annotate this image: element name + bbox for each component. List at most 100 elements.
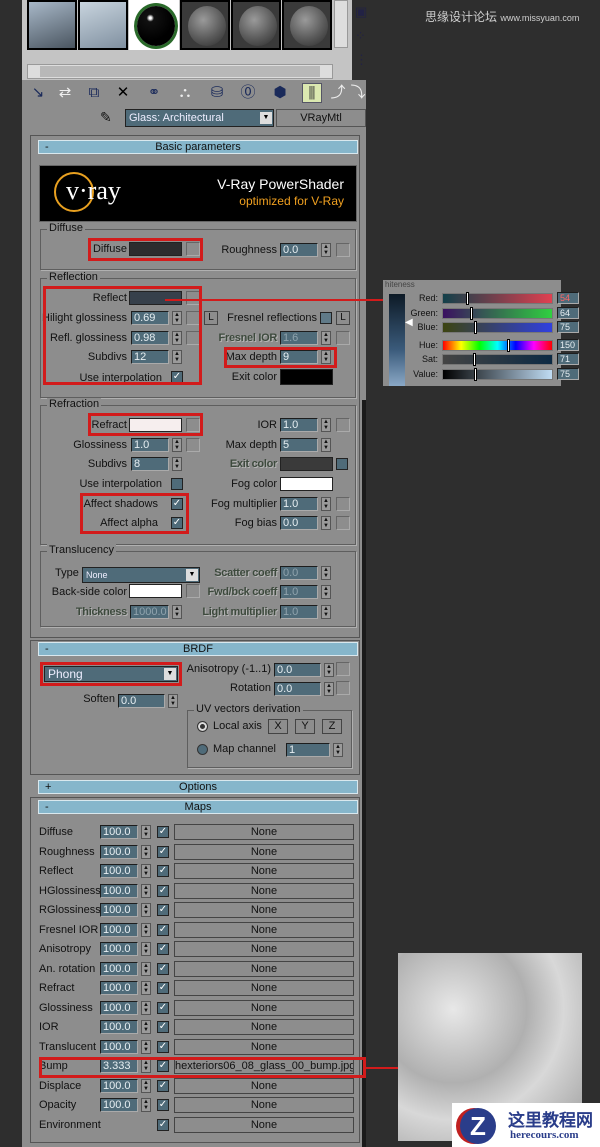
map-enabled-checkbox[interactable]: ✓ [157,1040,169,1053]
fog-multiplier-spinner[interactable]: ▲ ▼ [321,497,331,511]
reflection-exit-color-swatch[interactable] [280,369,333,385]
blue-slider-thumb[interactable] [474,321,478,334]
material-navigator-icon[interactable]: ⋮ [355,52,368,68]
map-amount-spinner[interactable]: ▲ ▼ [141,844,151,859]
sat-slider-thumb[interactable] [473,353,477,366]
green-slider-thumb[interactable] [470,307,473,320]
map-enabled-checkbox[interactable]: ✓ [157,943,169,955]
make-unique-icon[interactable]: ⛬ [175,83,195,103]
sat-input[interactable]: 71 [557,353,579,365]
put-to-scene-icon[interactable]: ⇄ [55,83,75,103]
roughness-spinner[interactable]: ▲ ▼ [321,243,331,257]
refraction-glossiness-map-button[interactable] [186,438,200,452]
red-slider-thumb[interactable] [465,292,469,305]
material-id-channel-icon[interactable]: ⓪ [238,83,258,103]
fwd-bck-coeff-spinner[interactable]: ▲ ▼ [321,585,331,599]
rollout-header-basic-parameters[interactable]: - Basic parameters [38,140,358,154]
map-amount-input[interactable]: 100.0 [100,883,138,898]
soften-spinner[interactable]: ▲ ▼ [168,694,178,708]
map-amount-spinner[interactable]: ▲ ▼ [141,903,151,917]
value-input[interactable]: 75 [557,368,579,380]
map-slot-button[interactable]: None [174,882,354,899]
thickness-spinner[interactable]: ▲ ▼ [172,605,182,619]
rotation-spinner[interactable]: ▲ ▼ [324,682,334,696]
map-amount-spinner[interactable]: ▲ ▼ [141,922,151,937]
map-channel-radio[interactable] [197,744,208,755]
blue-input[interactable]: 75 [557,321,579,333]
sample-type-icon[interactable]: ▣ [355,4,367,20]
map-amount-input[interactable]: 100.0 [100,903,138,917]
map-slot-button[interactable]: None [174,941,354,957]
get-material-icon[interactable]: ↘ [28,83,48,103]
soften-input[interactable]: 0.0 [118,694,165,708]
fresnel-ior-spinner[interactable]: ▲ ▼ [321,331,331,345]
map-enabled-checkbox[interactable]: ✓ [157,1118,169,1131]
map-amount-input[interactable]: 100.0 [100,825,138,839]
fwd-bck-coeff-input[interactable]: 1.0 [280,585,318,599]
hue-input[interactable]: 150 [557,339,579,351]
map-slot-button[interactable]: None [174,863,354,879]
translucency-type-dropdown[interactable]: None ▼ [82,567,200,583]
put-to-library-icon[interactable]: ⛁ [207,83,227,103]
ior-map-button[interactable] [336,418,350,432]
reset-map-icon[interactable]: ✕ [113,83,133,103]
fog-bias-input[interactable]: 0.0 [280,516,318,530]
map-amount-spinner[interactable]: ▲ ▼ [141,961,151,976]
material-slot-2[interactable] [78,0,128,50]
refraction-subdivs-spinner[interactable]: ▲ ▼ [172,457,182,471]
go-forward-sibling-icon[interactable]: ⤵ [348,83,368,103]
map-slot-button[interactable]: None [174,902,354,918]
map-amount-input[interactable]: 100.0 [100,1098,138,1112]
map-amount-spinner[interactable]: ▲ ▼ [141,1039,151,1054]
map-slot-button[interactable]: None [174,843,354,860]
map-enabled-checkbox[interactable]: ✓ [157,845,169,858]
green-input[interactable]: 64 [557,307,579,319]
map-amount-input[interactable]: 100.0 [100,1020,138,1034]
assign-material-icon[interactable]: ⧉ [84,83,104,103]
fresnel-ior-map-button[interactable] [336,331,350,345]
fresnel-reflections-checkbox[interactable] [320,312,332,324]
refraction-subdivs-input[interactable]: 8 [131,457,169,471]
map-enabled-checkbox[interactable]: ✓ [157,1079,169,1092]
material-slot-4[interactable] [180,0,230,50]
map-amount-spinner[interactable]: ▲ ▼ [141,864,151,878]
red-slider[interactable] [442,292,553,305]
anisotropy-map-button[interactable] [336,662,350,676]
axis-x-button[interactable]: X [268,719,288,734]
material-slot-5[interactable] [231,0,281,50]
value-slider[interactable] [442,368,553,381]
refraction-max-depth-input[interactable]: 5 [280,438,318,452]
refraction-glossiness-input[interactable]: 1.0 [131,438,169,452]
map-amount-spinner[interactable]: ▲ ▼ [141,825,151,839]
map-slot-button[interactable]: None [174,980,354,996]
map-amount-input[interactable]: 100.0 [100,864,138,878]
roughness-map-button[interactable] [336,243,350,257]
map-amount-input[interactable]: 100.0 [100,844,138,859]
map-enabled-checkbox[interactable]: ✓ [157,865,169,877]
map-amount-spinner[interactable]: ▲ ▼ [141,1098,151,1112]
map-enabled-checkbox[interactable]: ✓ [157,962,169,975]
local-axis-radio[interactable] [197,721,208,732]
rotation-map-button[interactable] [336,681,350,695]
fog-color-swatch[interactable] [280,477,333,491]
show-end-result-icon[interactable]: ⫼ [302,83,322,103]
material-slot-1[interactable] [27,0,77,50]
map-amount-spinner[interactable]: ▲ ▼ [141,981,151,995]
refraction-max-depth-spinner[interactable]: ▲ ▼ [321,438,331,452]
map-slot-button[interactable]: None [174,1038,354,1055]
hue-slider[interactable] [442,339,553,352]
map-amount-input[interactable]: 100.0 [100,922,138,937]
map-slot-button[interactable]: None [174,824,354,840]
map-enabled-checkbox[interactable]: ✓ [157,1001,169,1014]
roughness-input[interactable]: 0.0 [280,243,318,257]
refraction-use-interpolation-checkbox[interactable] [171,478,183,490]
value-slider-thumb[interactable] [474,368,478,381]
anisotropy-input[interactable]: 0.0 [274,663,321,677]
refraction-glossiness-spinner[interactable]: ▲ ▼ [172,438,182,452]
fog-bias-map-button[interactable] [336,516,350,530]
hue-slider-thumb[interactable] [506,339,510,352]
show-map-in-viewport-icon[interactable]: ⬢ [270,83,290,103]
map-slot-button[interactable]: None [174,1077,354,1094]
map-amount-spinner[interactable]: ▲ ▼ [141,1000,151,1015]
make-copy-icon[interactable]: ⚭ [144,83,164,103]
